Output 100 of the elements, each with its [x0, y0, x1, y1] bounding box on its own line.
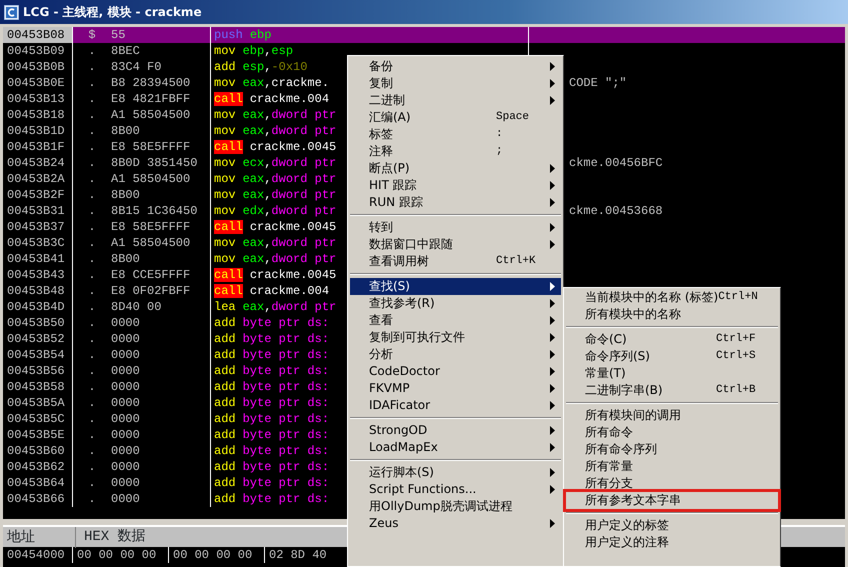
hex-cell: A1 58504500: [111, 171, 211, 187]
comment-cell-text: CODE ";": [568, 75, 628, 91]
flow-mark: .: [87, 155, 97, 171]
address-cell: 00453B13: [3, 91, 73, 107]
hex-cell: E8 0F02FBFF: [111, 283, 211, 299]
address-cell: 00453B60: [3, 443, 73, 459]
hex-cell: 0000: [111, 443, 211, 459]
menu-item[interactable]: 用户定义的注释: [566, 534, 778, 551]
hex-cell: 8B15 1C36450: [111, 203, 211, 219]
menu-item[interactable]: 所有命令: [566, 424, 778, 441]
hex-cell: A1 58504500: [111, 235, 211, 251]
menu-item[interactable]: 查找(S): [350, 278, 561, 295]
address-cell: 00453B5A: [3, 395, 73, 411]
menu-item[interactable]: 命令(C) Ctrl+F: [566, 331, 778, 348]
address-cell: 00453B58: [3, 379, 73, 395]
address-cell: 00453B54: [3, 347, 73, 363]
menu-item[interactable]: Zeus: [350, 515, 561, 532]
window-title: LCG - 主线程, 模块 - crackme: [23, 4, 202, 21]
address-cell: 00453B5C: [3, 411, 73, 427]
hex-cell: 0000: [111, 315, 211, 331]
hex-cell: 0000: [111, 475, 211, 491]
address-cell: 00453B31: [3, 203, 73, 219]
menu-item[interactable]: 所有模块间的调用: [566, 407, 778, 424]
flow-mark: .: [87, 395, 97, 411]
menu-item[interactable]: 所有模块中的名称: [566, 306, 778, 323]
menu-item[interactable]: 当前模块中的名称 (标签)Ctrl+N: [566, 289, 778, 306]
flow-mark: .: [87, 171, 97, 187]
comment-cell-text: ckme.00456BFC: [568, 155, 664, 171]
flow-mark: .: [87, 123, 97, 139]
hex-cell: 8B0D 3851450: [111, 155, 211, 171]
address-cell: 00453B66: [3, 491, 73, 507]
address-cell: 00453B41: [3, 251, 73, 267]
hex-cell: 0000: [111, 379, 211, 395]
menu-item[interactable]: 用户定义的标签: [566, 517, 778, 534]
flow-mark: .: [87, 219, 97, 235]
flow-mark: $: [73, 27, 111, 43]
comment-cell-text: ckme.00453668: [568, 203, 664, 219]
address-cell: 00453B56: [3, 363, 73, 379]
hex-cell: 0000: [111, 491, 211, 507]
address-cell: 00453B48: [3, 283, 73, 299]
address-cell: 00453B43: [3, 267, 73, 283]
hex-cell: 0000: [111, 427, 211, 443]
menu-item[interactable]: 命令序列(S) Ctrl+S: [566, 348, 778, 365]
flow-mark: .: [87, 59, 97, 75]
flow-mark: .: [87, 379, 97, 395]
hex-cell: 8B00: [111, 251, 211, 267]
hex-cell: 8B00: [111, 187, 211, 203]
address-cell: 00453B0E: [3, 75, 73, 91]
address-cell: 00453B5E: [3, 427, 73, 443]
flow-mark: .: [87, 107, 97, 123]
menu-item[interactable]: 常量(T): [566, 365, 778, 382]
flow-mark: .: [87, 491, 97, 507]
address-cell: 00453B18: [3, 107, 73, 123]
hex-cell: E8 58E5FFFF: [111, 219, 211, 235]
menu-item[interactable]: 所有命令序列: [566, 441, 778, 458]
flow-mark: .: [87, 203, 97, 219]
app-icon: [4, 4, 19, 20]
flow-mark: .: [87, 139, 97, 155]
address-cell: 00453B08: [3, 27, 73, 43]
menu-item[interactable]: 所有分支: [566, 475, 778, 492]
hex-cell: 0000: [111, 395, 211, 411]
address-cell: 00453B50: [3, 315, 73, 331]
address-cell: 00453B37: [3, 219, 73, 235]
menu-item[interactable]: 二进制字串(B) Ctrl+B: [566, 382, 778, 399]
flow-mark: .: [87, 315, 97, 331]
flow-mark: .: [87, 331, 97, 347]
menu-item[interactable]: 所有常量: [566, 458, 778, 475]
flow-mark: .: [87, 43, 97, 59]
hex-cell: 83C4 F0: [111, 59, 211, 75]
disassembly-cell: push ebp: [211, 27, 529, 43]
hex-cell: 0000: [111, 459, 211, 475]
flow-mark: .: [87, 347, 97, 363]
hex-cell: A1 58504500: [111, 107, 211, 123]
address-cell: 00453B1F: [3, 139, 73, 155]
flow-mark: .: [87, 91, 97, 107]
address-cell: 00453B1D: [3, 123, 73, 139]
menu-item[interactable]: 所有参考文本字串: [566, 492, 778, 509]
address-cell: 00453B2F: [3, 187, 73, 203]
flow-mark: .: [87, 187, 97, 203]
hex-cell: 55: [111, 27, 211, 43]
flow-mark: .: [87, 299, 97, 315]
address-cell: 00453B09: [3, 43, 73, 59]
column-header[interactable]: HEX 数据: [76, 526, 146, 548]
hex-cell: 0000: [111, 331, 211, 347]
hex-cell: 02 8D 40: [269, 548, 327, 562]
flow-mark: .: [87, 363, 97, 379]
hex-cell: B8 28394500: [111, 75, 211, 91]
flow-mark: .: [87, 411, 97, 427]
flow-mark: .: [87, 75, 97, 91]
flow-mark: .: [87, 283, 97, 299]
hex-cell: 8BEC: [111, 43, 211, 59]
flow-mark: .: [87, 475, 97, 491]
hex-cell: 00 00 00 00: [77, 548, 156, 562]
hex-cell: 8B00: [111, 123, 211, 139]
hex-cell: E8 CCE5FFFF: [111, 267, 211, 283]
address-cell: 00453B24: [3, 155, 73, 171]
flow-mark: .: [87, 443, 97, 459]
flow-mark: .: [87, 459, 97, 475]
address-cell: 00453B64: [3, 475, 73, 491]
address-cell: 00453B62: [3, 459, 73, 475]
